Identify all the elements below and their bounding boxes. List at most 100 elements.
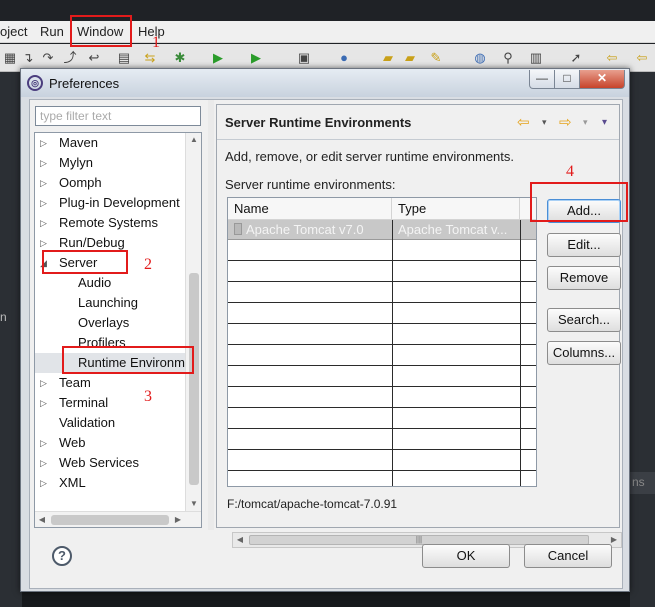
table-row[interactable] bbox=[228, 325, 536, 345]
tree-item-xml[interactable]: ▷ XML bbox=[35, 473, 185, 493]
menu-project[interactable]: oject bbox=[0, 24, 27, 39]
table-row[interactable]: Apache Tomcat v7.0 Apache Tomcat v... bbox=[228, 220, 536, 240]
debug-icon[interactable]: ✱ bbox=[172, 50, 188, 66]
tree-item-launching[interactable]: Launching bbox=[35, 293, 185, 313]
dialog-titlebar[interactable]: ◎ Preferences — □ ✕ bbox=[21, 69, 629, 97]
scroll-right-icon[interactable]: ▶ bbox=[171, 512, 185, 527]
page-title: Server Runtime Environments bbox=[225, 115, 412, 130]
use-step-filters-icon[interactable]: ▤ bbox=[116, 50, 132, 66]
expand-arrow-icon[interactable]: ▷ bbox=[40, 133, 50, 153]
tree-item-audio[interactable]: Audio bbox=[35, 273, 185, 293]
tree-item-web-services[interactable]: ▷ Web Services bbox=[35, 453, 185, 473]
cancel-button[interactable]: Cancel bbox=[524, 544, 612, 568]
tree-item-label: Team bbox=[59, 375, 91, 390]
expand-arrow-icon[interactable]: ▷ bbox=[40, 393, 50, 413]
tree-item-team[interactable]: ▷ Team bbox=[35, 373, 185, 393]
expand-arrow-icon[interactable]: ▷ bbox=[40, 373, 50, 393]
scroll-thumb[interactable] bbox=[51, 515, 169, 525]
back-dropdown-icon[interactable]: ▾ bbox=[542, 117, 547, 128]
new-icon[interactable]: ▦ bbox=[2, 50, 18, 66]
expand-arrow-icon[interactable]: ▷ bbox=[40, 473, 50, 493]
expand-arrow-icon[interactable]: ▷ bbox=[40, 453, 50, 473]
step-filters-icon[interactable]: ⇆ bbox=[142, 50, 158, 66]
annotation-icon[interactable]: ➚ bbox=[568, 50, 584, 66]
tree-item-label: Remote Systems bbox=[59, 215, 158, 230]
tree-item-label: XML bbox=[59, 475, 86, 490]
tree-item-terminal[interactable]: ▷ Terminal bbox=[35, 393, 185, 413]
scroll-left-icon[interactable]: ◀ bbox=[35, 512, 49, 527]
tree-item-remote-systems[interactable]: ▷ Remote Systems bbox=[35, 213, 185, 233]
runtime-icon bbox=[234, 223, 242, 235]
column-header-name[interactable]: Name bbox=[228, 198, 392, 220]
filter-input[interactable]: type filter text bbox=[35, 106, 201, 126]
forward-dropdown-icon[interactable]: ▾ bbox=[583, 117, 588, 128]
table-row[interactable] bbox=[228, 409, 536, 429]
table-row[interactable] bbox=[228, 430, 536, 450]
maximize-button[interactable]: □ bbox=[554, 70, 580, 89]
scroll-down-icon[interactable]: ▼ bbox=[186, 497, 201, 511]
forward-icon[interactable]: ⇨ bbox=[559, 113, 572, 131]
title-separator bbox=[217, 139, 619, 140]
search-button[interactable]: Search... bbox=[547, 308, 621, 332]
scroll-thumb[interactable] bbox=[189, 273, 199, 485]
drop-frame-icon[interactable]: ↩ bbox=[86, 50, 102, 66]
table-row[interactable] bbox=[228, 262, 536, 282]
table-row[interactable] bbox=[228, 283, 536, 303]
tree-item-overlays[interactable]: Overlays bbox=[35, 313, 185, 333]
table-row[interactable] bbox=[228, 241, 536, 261]
scroll-left-icon[interactable]: ◀ bbox=[233, 533, 247, 547]
new-wizard-icon[interactable]: ▥ bbox=[528, 50, 544, 66]
preferences-dialog: ◎ Preferences — □ ✕ type filter text ▷ Ma… bbox=[20, 68, 630, 592]
step-return-icon[interactable]: ⤴ bbox=[62, 50, 78, 66]
runtime-list-label: Server runtime environments: bbox=[225, 177, 396, 192]
new-class-icon[interactable]: ● bbox=[336, 50, 352, 66]
view-menu-icon[interactable]: ▾ bbox=[602, 117, 607, 128]
forward-icon[interactable]: ⇦ bbox=[634, 50, 650, 66]
expand-arrow-icon[interactable]: ▷ bbox=[40, 193, 50, 213]
expand-arrow-icon[interactable]: ▷ bbox=[40, 433, 50, 453]
expand-arrow-icon[interactable]: ▷ bbox=[40, 213, 50, 233]
panel-sash[interactable] bbox=[208, 100, 214, 530]
globe-icon[interactable]: ◍ bbox=[472, 50, 488, 66]
tree-item-validation[interactable]: Validation bbox=[35, 413, 185, 433]
tree-item-web[interactable]: ▷ Web bbox=[35, 433, 185, 453]
edit-button[interactable]: Edit... bbox=[547, 233, 621, 257]
back-icon[interactable]: ⇦ bbox=[517, 113, 530, 131]
step-into-icon[interactable]: ↴ bbox=[20, 50, 36, 66]
ok-button[interactable]: OK bbox=[422, 544, 510, 568]
columns-button[interactable]: Columns... bbox=[547, 341, 621, 365]
step-over-icon[interactable]: ↷ bbox=[40, 50, 56, 66]
tree-item-maven[interactable]: ▷ Maven bbox=[35, 133, 185, 153]
search-icon[interactable]: ⚲ bbox=[500, 50, 516, 66]
scroll-up-icon[interactable]: ▲ bbox=[186, 133, 201, 147]
tree-item-label: Launching bbox=[78, 295, 138, 310]
tree-item-mylyn[interactable]: ▷ Mylyn bbox=[35, 153, 185, 173]
run-icon[interactable]: ▶ bbox=[210, 50, 226, 66]
tree-horizontal-scrollbar[interactable]: ◀ ▶ bbox=[35, 511, 201, 527]
table-row[interactable] bbox=[228, 388, 536, 408]
expand-arrow-icon[interactable]: ▷ bbox=[40, 173, 50, 193]
remove-button[interactable]: Remove bbox=[547, 266, 621, 290]
help-icon[interactable]: ? bbox=[52, 546, 72, 566]
edit-icon[interactable]: ✎ bbox=[428, 50, 444, 66]
table-row[interactable] bbox=[228, 367, 536, 387]
open-type-icon[interactable]: ▰ bbox=[380, 50, 396, 66]
minimize-button[interactable]: — bbox=[529, 70, 555, 89]
back-icon[interactable]: ⇦ bbox=[604, 50, 620, 66]
tree-vertical-scrollbar[interactable]: ▲ ▼ bbox=[185, 133, 201, 511]
dialog-title: Preferences bbox=[49, 76, 120, 91]
annotation-box-window bbox=[70, 15, 132, 47]
close-button[interactable]: ✕ bbox=[579, 70, 625, 89]
tree-item-plugin-development[interactable]: ▷ Plug-in Development bbox=[35, 193, 185, 213]
table-row[interactable] bbox=[228, 346, 536, 366]
external-tools-icon[interactable]: ▶ bbox=[248, 50, 264, 66]
column-header-type[interactable]: Type bbox=[392, 198, 520, 220]
tree-item-oomph[interactable]: ▷ Oomph bbox=[35, 173, 185, 193]
background-tab[interactable]: ns bbox=[628, 472, 655, 494]
open-folder-icon[interactable]: ▰ bbox=[402, 50, 418, 66]
expand-arrow-icon[interactable]: ▷ bbox=[40, 153, 50, 173]
menu-run[interactable]: Run bbox=[40, 24, 64, 39]
new-server-icon[interactable]: ▣ bbox=[296, 50, 312, 66]
table-row[interactable] bbox=[228, 304, 536, 324]
table-row[interactable] bbox=[228, 451, 536, 471]
